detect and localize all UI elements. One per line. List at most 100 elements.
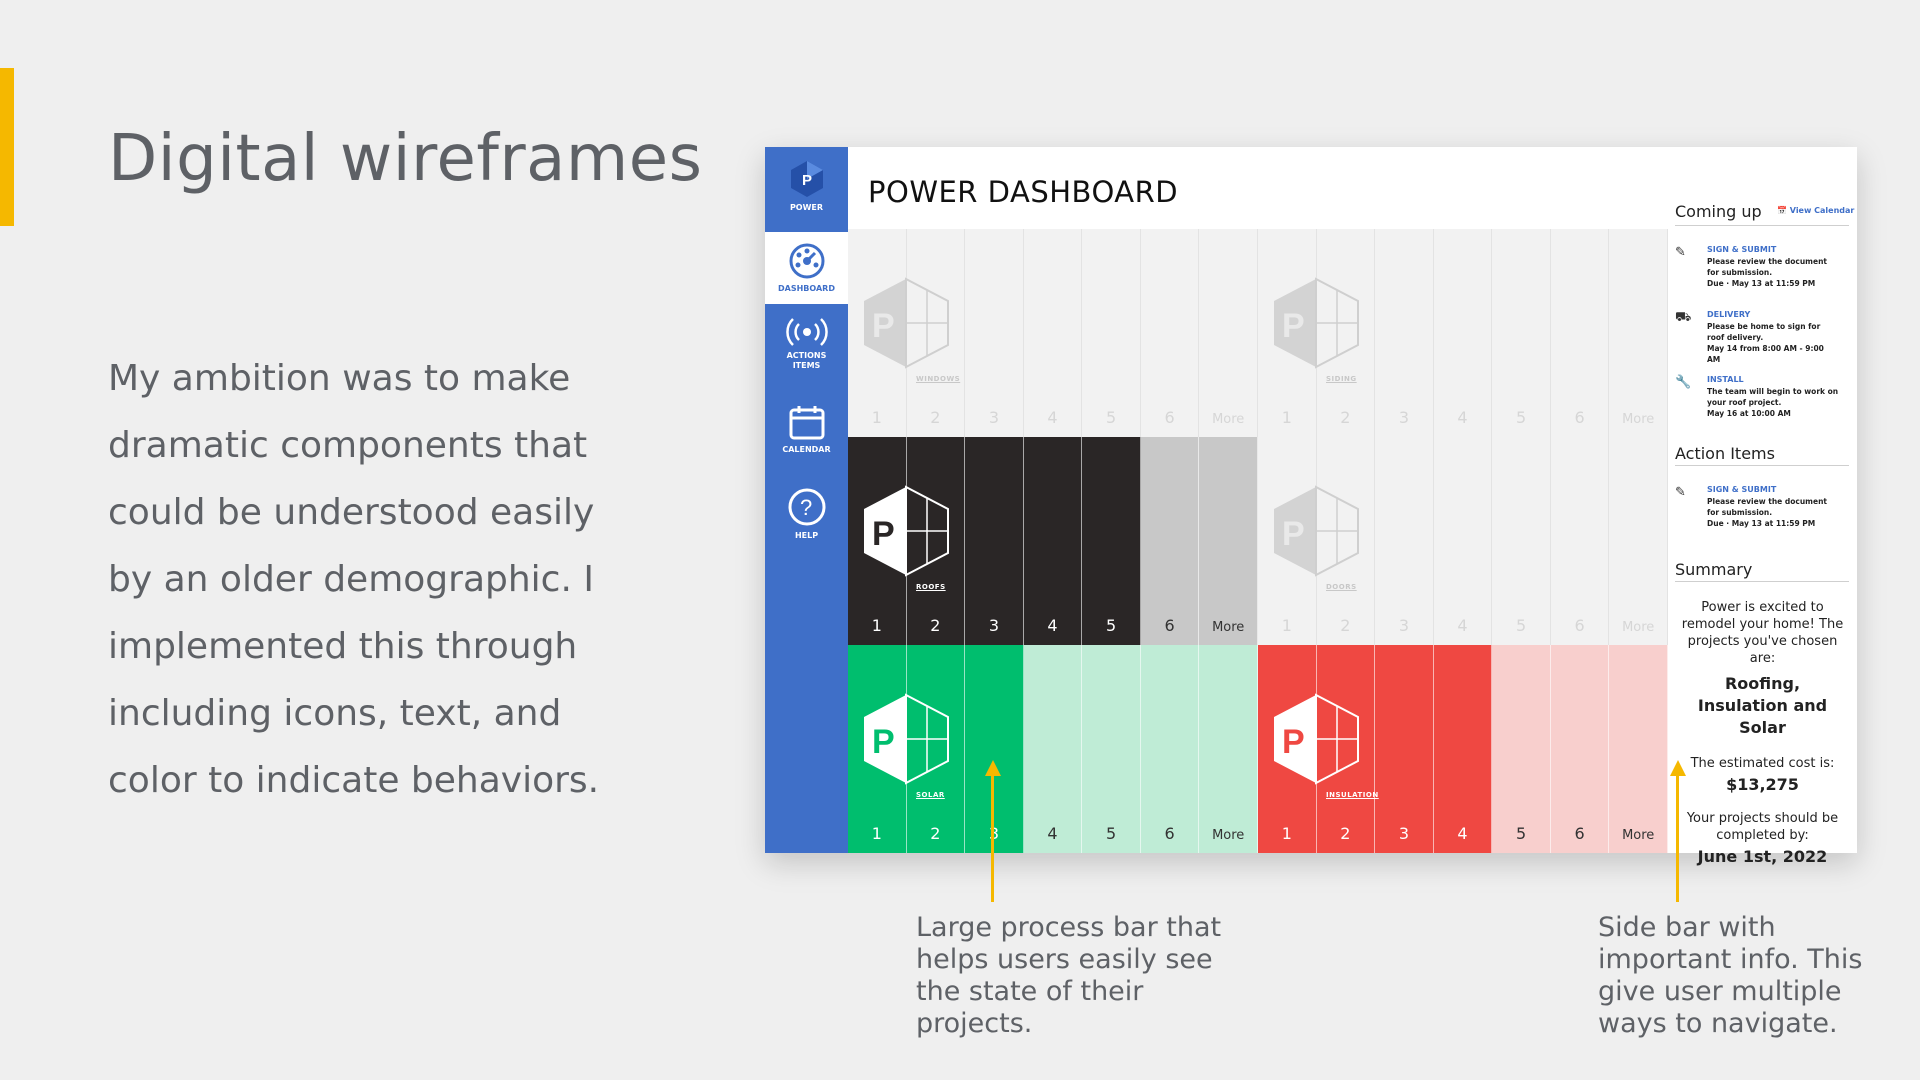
summary-projects: Roofing, Insulation and Solar	[1697, 674, 1828, 737]
step-cell[interactable]: 5	[1492, 229, 1551, 437]
step-cell[interactable]: More	[1609, 437, 1668, 645]
svg-text:P: P	[802, 172, 812, 189]
nav-label-calendar: CALENDAR	[782, 445, 831, 454]
arrow-line-right	[1676, 772, 1679, 902]
house-insulation-icon: P	[1274, 693, 1359, 785]
step-cell[interactable]: 3	[965, 645, 1024, 853]
step-cell[interactable]: 6	[1550, 229, 1610, 437]
step-number: More	[1212, 620, 1245, 635]
project-panel-doors[interactable]: 1 2 3 4 5 6 More P DOORS	[1258, 437, 1668, 645]
step-cell[interactable]: 5	[1082, 437, 1141, 645]
dashboard-mockup: P POWER DASHBOARD ACTIONS ITEMS CALENDAR…	[765, 147, 1857, 866]
nav-logo-label: POWER	[789, 203, 824, 212]
step-cell[interactable]: 5	[1082, 645, 1141, 853]
step-number: 4	[1047, 824, 1058, 843]
view-calendar-link[interactable]: 📅 View Calendar	[1777, 206, 1854, 215]
caption-process-bar: Large process bar that helps users easil…	[916, 912, 1222, 1039]
step-number: 2	[1340, 408, 1351, 427]
item-desc: Please review the document for submissio…	[1707, 497, 1828, 517]
nav-item-help[interactable]: ? HELP	[765, 487, 848, 547]
step-number: 6	[1574, 616, 1585, 635]
step-cell[interactable]: 4	[1023, 437, 1083, 645]
step-number: 2	[930, 824, 941, 843]
coming-up-item[interactable]: ✎ SIGN & SUBMIT Please review the docume…	[1675, 245, 1855, 297]
step-number: 2	[1340, 616, 1351, 635]
step-cell[interactable]: 5	[1492, 645, 1551, 853]
step-number: 6	[1164, 408, 1175, 427]
arrow-line-left	[991, 772, 994, 902]
step-cell[interactable]: 6	[1140, 437, 1200, 645]
project-panel-insulation[interactable]: 1 2 3 4 5 6 More P INSULATION	[1258, 645, 1668, 853]
step-number: 5	[1515, 824, 1527, 843]
coming-up-heading: Coming up	[1675, 202, 1762, 221]
item-body: Please be home to sign for roof delivery…	[1707, 321, 1839, 365]
edit-icon: ✎	[1675, 245, 1686, 260]
step-cell[interactable]: 6	[1140, 645, 1200, 853]
step-cell[interactable]: More	[1199, 645, 1258, 853]
step-number: 1	[1281, 824, 1292, 843]
accent-bar	[0, 68, 14, 226]
step-cell[interactable]: 5	[1082, 229, 1141, 437]
item-body: Please review the document for submissio…	[1707, 496, 1839, 529]
nav-item-action-items[interactable]: ACTIONS ITEMS	[765, 317, 848, 387]
wrench-icon: 🔧	[1675, 375, 1692, 390]
summary-cost-label: The estimated cost is:	[1690, 756, 1835, 771]
item-due: Due · May 13 at 11:59 PM	[1707, 519, 1816, 528]
nav-logo[interactable]: P POWER	[765, 159, 848, 225]
step-number: 5	[1105, 616, 1117, 635]
svg-text:P: P	[872, 515, 895, 553]
step-cell[interactable]: 3	[1375, 437, 1434, 645]
project-panel-roofs[interactable]: 1 2 3 4 5 6 More P ROOFS	[848, 437, 1258, 645]
coming-up-item[interactable]: ⛟ DELIVERY Please be home to sign for ro…	[1675, 310, 1855, 365]
step-cell[interactable]: 4	[1433, 645, 1493, 853]
step-cell[interactable]: 6	[1550, 437, 1610, 645]
step-cell[interactable]: 5	[1492, 437, 1551, 645]
item-desc: The team will begin to work on your roof…	[1707, 387, 1839, 407]
step-cell[interactable]: 3	[1375, 229, 1434, 437]
step-cell[interactable]: 6	[1550, 645, 1610, 853]
item-title: SIGN & SUBMIT	[1707, 485, 1777, 494]
step-number: 3	[1398, 824, 1410, 843]
nav-sidebar: P POWER DASHBOARD ACTIONS ITEMS CALENDAR…	[765, 147, 848, 853]
step-number: 3	[988, 408, 1000, 427]
step-cell[interactable]: More	[1199, 229, 1258, 437]
step-cell[interactable]: More	[1609, 229, 1668, 437]
step-number: More	[1622, 620, 1655, 635]
project-panel-siding[interactable]: 1 2 3 4 5 6 More P SIDING	[1258, 229, 1668, 437]
step-cell[interactable]: 4	[1023, 229, 1083, 437]
step-cell[interactable]: 4	[1023, 645, 1083, 853]
item-due: May 14 from 8:00 AM - 9:00 AM	[1707, 344, 1824, 364]
nav-item-dashboard[interactable]: DASHBOARD	[765, 232, 848, 304]
divider	[1675, 225, 1849, 226]
action-item[interactable]: ✎ SIGN & SUBMIT Please review the docume…	[1675, 485, 1855, 535]
step-number: 5	[1515, 408, 1527, 427]
truck-icon: ⛟	[1675, 310, 1692, 325]
step-number: 3	[988, 616, 1000, 635]
step-cell[interactable]: 6	[1140, 229, 1200, 437]
view-calendar-label: View Calendar	[1789, 206, 1855, 215]
coming-up-item[interactable]: 🔧 INSTALL The team will begin to work on…	[1675, 375, 1855, 427]
step-number: 4	[1457, 408, 1468, 427]
step-cell[interactable]: 3	[965, 229, 1024, 437]
step-cell[interactable]: 4	[1433, 437, 1493, 645]
item-body: Please review the document for submissio…	[1707, 256, 1839, 289]
step-number: 6	[1574, 824, 1585, 843]
house-windows-icon: P	[864, 277, 949, 369]
step-cell[interactable]: More	[1199, 437, 1258, 645]
nav-label-dashboard: DASHBOARD	[778, 284, 835, 293]
project-panel-solar[interactable]: 1 2 3 4 5 6 More P SOLAR	[848, 645, 1258, 853]
dashboard-title: POWER DASHBOARD	[868, 175, 1179, 209]
item-due: May 16 at 10:00 AM	[1707, 409, 1791, 418]
step-number: 1	[871, 408, 882, 427]
step-number: 2	[930, 616, 941, 635]
step-number: 2	[1340, 824, 1351, 843]
project-panel-windows[interactable]: 1 2 3 4 5 6 More P WINDOWS	[848, 229, 1258, 437]
step-cell[interactable]: 3	[1375, 645, 1434, 853]
nav-label-help: HELP	[794, 531, 819, 540]
step-cell[interactable]: More	[1609, 645, 1668, 853]
step-number: More	[1622, 828, 1655, 843]
step-cell[interactable]: 4	[1433, 229, 1493, 437]
step-cell[interactable]: 3	[965, 437, 1024, 645]
nav-item-calendar[interactable]: CALENDAR	[765, 405, 848, 465]
project-name-label: INSULATION	[1326, 791, 1379, 799]
